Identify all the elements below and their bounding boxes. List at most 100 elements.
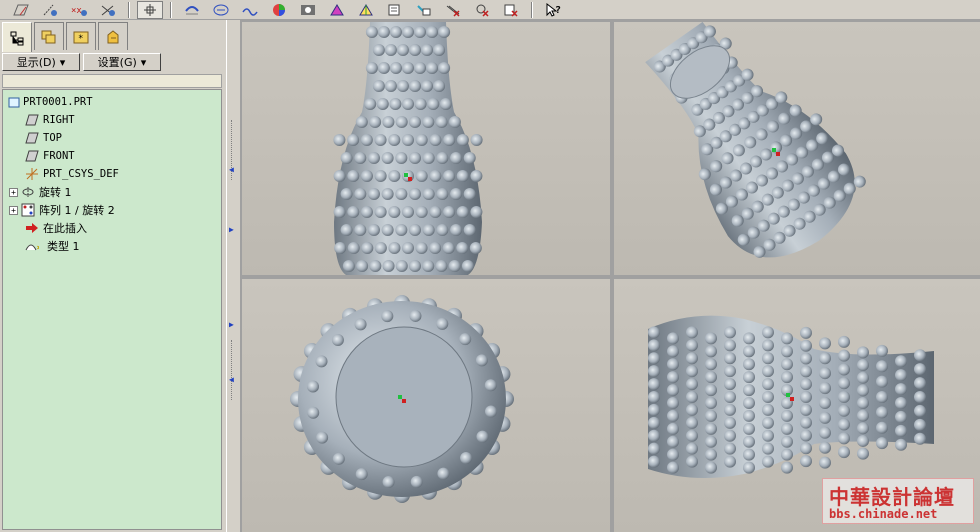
tree-item-label: PRT_CSYS_DEF: [43, 168, 119, 180]
collapse-arrow-icon[interactable]: ◀: [229, 375, 237, 384]
csys-display-button[interactable]: [95, 1, 121, 19]
svg-text:*: *: [78, 34, 83, 44]
folder-browser-icon: *: [73, 31, 89, 44]
splitter-grip: [231, 340, 235, 400]
chevron-down-icon: ▾: [59, 55, 66, 69]
navigator-panel: * 显示(D) ▾ 设置(G) ▾ PRT0001.PRT RIGHT TOP …: [0, 20, 226, 532]
repaint-icon: [185, 5, 199, 14]
insert-here-icon: [25, 221, 39, 235]
remove-layers-button[interactable]: [469, 1, 495, 19]
revolve-icon: [21, 185, 35, 199]
remove-icon: [476, 4, 489, 17]
tree-item-label: 阵列 1 / 旋转 2: [39, 204, 115, 217]
wireframe-icon: [359, 3, 373, 15]
pattern-icon: [21, 203, 35, 217]
vase-front-view: [333, 22, 483, 275]
viewport-top[interactable]: [242, 279, 610, 532]
orient-icon: [213, 4, 229, 15]
settings-dropdown-button[interactable]: 设置(G) ▾: [83, 53, 161, 71]
expand-icon[interactable]: +: [9, 205, 18, 215]
tree-item-label: FRONT: [43, 150, 75, 162]
view-manager-button[interactable]: [237, 1, 263, 19]
expand-icon[interactable]: +: [9, 187, 18, 197]
viewport-isometric[interactable]: [614, 22, 980, 275]
tree-item-pattern-1[interactable]: + 阵列 1 / 旋转 2: [9, 202, 115, 218]
appearance-icon: [301, 4, 315, 15]
tree-item-revolve-1[interactable]: + 旋转 1: [9, 184, 72, 200]
tab-model-tree[interactable]: [2, 22, 32, 52]
favorites-icon: [107, 29, 119, 43]
datum-plane-icon: [25, 131, 39, 145]
tree-item-label: 在此插入: [43, 222, 87, 235]
csys-icon: [101, 5, 115, 16]
appearance-button[interactable]: [295, 1, 321, 19]
layers-icon: [446, 5, 460, 17]
vase-isometric-view: [645, 22, 866, 258]
csys-icon: [25, 167, 39, 181]
tab-folder-browser[interactable]: *: [66, 22, 96, 50]
tree-item-insert-here[interactable]: 在此插入: [25, 220, 87, 236]
model-tree: PRT0001.PRT RIGHT TOP FRONT PRT_CSYS_DEF…: [2, 89, 222, 530]
model-tree-tab-icon: [10, 31, 24, 45]
show-dropdown-button[interactable]: 显示(D) ▾: [2, 53, 80, 71]
viewport-front[interactable]: [242, 22, 610, 275]
watermark-title: 中華設計論壇: [829, 485, 955, 509]
show-dropdown-label: 显示(D): [16, 56, 56, 69]
context-help-button[interactable]: ?: [540, 1, 566, 19]
expand-arrow-icon[interactable]: ▶: [229, 225, 237, 234]
no-hidden-button[interactable]: [382, 1, 408, 19]
layers-button[interactable]: [440, 1, 466, 19]
tree-item-label: RIGHT: [43, 114, 75, 126]
spin-center-button[interactable]: [137, 0, 163, 19]
model-tree-icon: [504, 4, 518, 17]
shade-button[interactable]: [266, 1, 292, 19]
graphics-area[interactable]: 中華設計論壇 bbs.chinade.net: [240, 20, 980, 532]
tab-layers[interactable]: [34, 22, 64, 50]
color-wheel-icon: [273, 3, 285, 16]
tree-root-item[interactable]: PRT0001.PRT: [7, 94, 93, 110]
datum-plane-icon: [13, 4, 29, 15]
saved-views-button[interactable]: [411, 1, 437, 19]
svg-text:✱: ✱: [37, 243, 39, 252]
settings-dropdown-label: 设置(G): [97, 56, 137, 69]
tree-root-label: PRT0001.PRT: [23, 96, 93, 108]
tree-button-row: 显示(D) ▾ 设置(G) ▾: [2, 53, 161, 71]
toolbar-separator: [128, 1, 130, 18]
orient-button[interactable]: [208, 1, 234, 19]
watermark-url: bbs.chinade.net: [829, 507, 938, 521]
repaint-button[interactable]: [179, 1, 205, 19]
forum-watermark: 中華設計論壇 bbs.chinade.net: [822, 478, 974, 524]
datum-plane-icon: [25, 149, 39, 163]
tree-item-right[interactable]: RIGHT: [25, 112, 75, 128]
model-tree-toggle-button[interactable]: [498, 1, 524, 19]
pattern-type-icon: ✱: [25, 239, 39, 253]
hidden-button[interactable]: [324, 1, 350, 19]
spin-center-icon: [144, 3, 156, 16]
tree-item-type-1[interactable]: ✱ 类型 1: [25, 238, 80, 254]
layers-tab-icon: [41, 30, 56, 43]
tree-item-label: 类型 1: [47, 240, 80, 253]
tree-item-front[interactable]: FRONT: [25, 148, 75, 164]
datum-axis-icon: [43, 4, 57, 16]
tree-item-label: 旋转 1: [39, 186, 72, 199]
chevron-down-icon: ▾: [140, 55, 147, 69]
tree-column-header: [2, 74, 222, 88]
tree-item-csys[interactable]: PRT_CSYS_DEF: [25, 166, 119, 182]
wireframe-button[interactable]: [353, 1, 379, 19]
tab-favorites[interactable]: [98, 22, 128, 50]
tree-item-top[interactable]: TOP: [25, 130, 62, 146]
main-toolbar: ×x ?: [0, 0, 980, 20]
datum-plane-display-button[interactable]: [8, 1, 34, 19]
part-icon: [7, 95, 21, 109]
vase-top-view: [290, 295, 514, 503]
expand-arrow-icon[interactable]: ▶: [229, 320, 237, 329]
datum-point-display-button[interactable]: ×x: [66, 1, 92, 19]
collapse-arrow-icon[interactable]: ◀: [229, 165, 237, 174]
datum-axis-display-button[interactable]: [37, 1, 63, 19]
toolbar-separator: [170, 1, 172, 18]
svg-text:?: ?: [555, 5, 561, 16]
panel-splitter[interactable]: ◀ ▶ ▶ ◀: [226, 20, 240, 532]
tree-item-label: TOP: [43, 132, 62, 144]
context-help-icon: ?: [546, 2, 561, 17]
view-manager-icon: [242, 7, 258, 16]
